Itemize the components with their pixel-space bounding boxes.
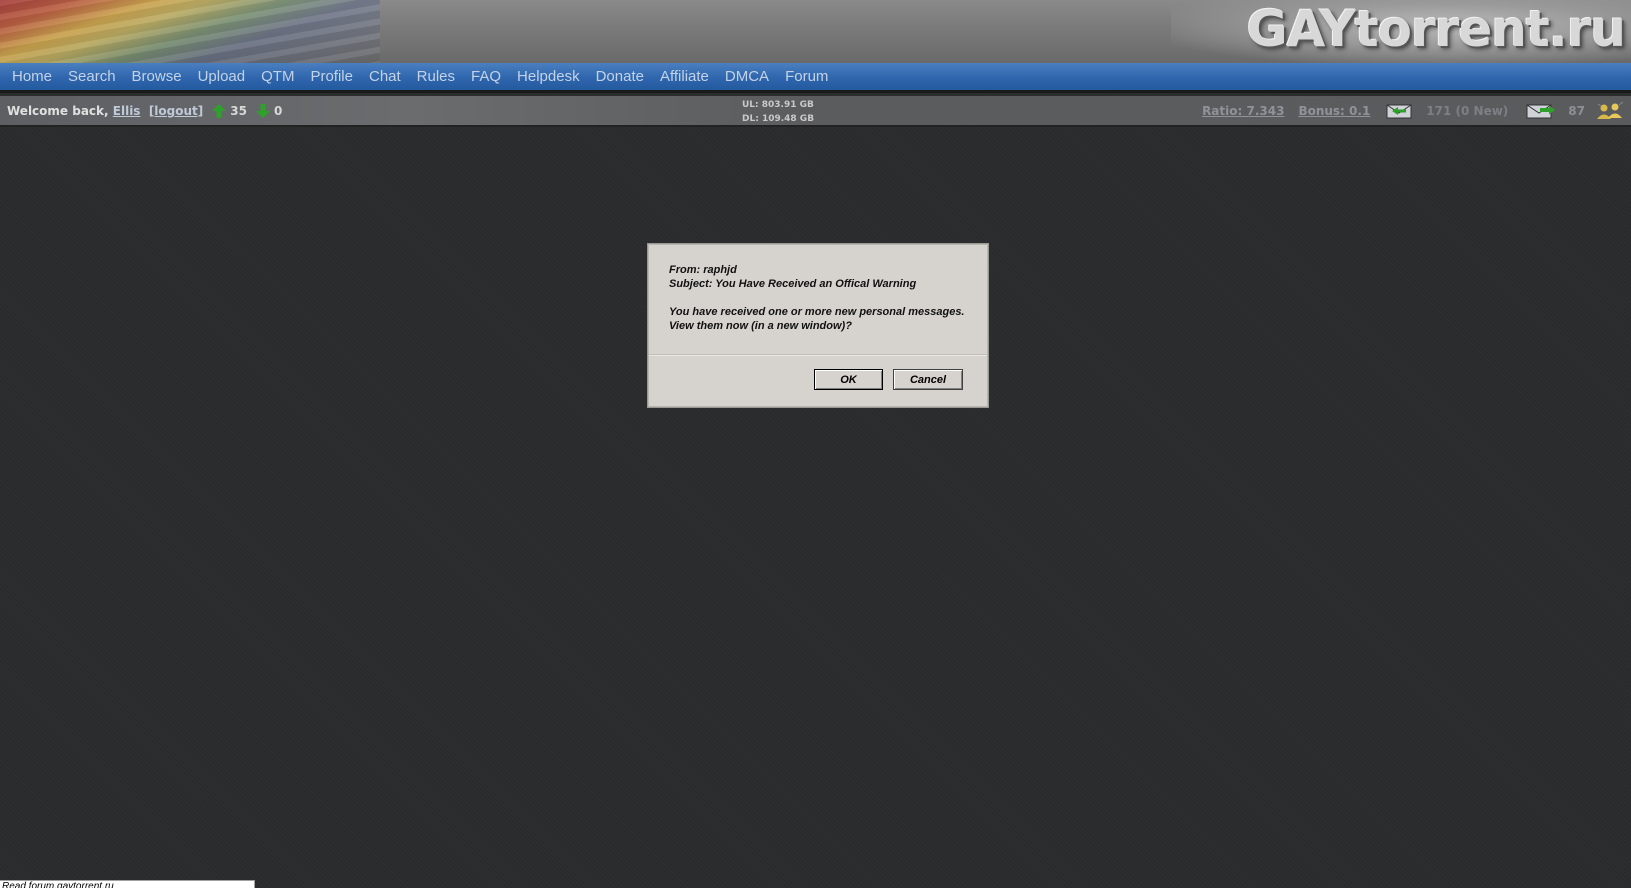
nav-item-chat[interactable]: Chat [369, 68, 401, 85]
welcome-area: Welcome back, Ellis [logout] 35 0 [7, 104, 282, 118]
welcome-text: Welcome back, [7, 104, 109, 118]
dialog-from: From: raphjd [669, 264, 737, 276]
nav-item-donate[interactable]: Donate [596, 68, 644, 85]
arrow-down-icon [255, 104, 270, 118]
nav-item-faq[interactable]: FAQ [471, 68, 501, 85]
account-stats: Ratio: 7.343 Bonus: 0.1 171 (0 New) 87 [1202, 101, 1625, 121]
nav-item-dmca[interactable]: DMCA [725, 68, 769, 85]
logout-link[interactable]: [logout] [149, 104, 203, 118]
users-icon[interactable] [1595, 101, 1625, 121]
dialog-message-line-2: View them now (in a new window)? [669, 320, 852, 332]
nav-item-upload[interactable]: Upload [198, 68, 246, 85]
bonus-link[interactable]: Bonus: 0.1 [1298, 104, 1370, 118]
outbox-count[interactable]: 87 [1568, 104, 1585, 118]
seeding-count: 35 [230, 104, 247, 118]
header-flag-art [0, 0, 380, 63]
nav-item-qtm[interactable]: QTM [261, 68, 294, 85]
arrow-up-icon [212, 104, 227, 118]
transfer-stats: UL: 803.91 GB DL: 109.48 GB [742, 98, 814, 126]
ok-button[interactable]: OK [814, 369, 883, 390]
browser-status-bar: Read forum.gaytorrent.ru [0, 880, 255, 888]
uploaded-amount: UL: 803.91 GB [742, 100, 814, 110]
dialog-message-line-1: You have received one or more new person… [669, 306, 965, 318]
user-status-bar: Welcome back, Ellis [logout] 35 0 UL: 80… [0, 96, 1631, 127]
dialog-message: From: raphjd Subject: You Have Received … [669, 263, 974, 333]
leeching-count: 0 [273, 104, 283, 118]
inbox-count[interactable]: 171 (0 New) [1426, 104, 1508, 118]
envelope-out-icon[interactable] [1526, 102, 1556, 120]
nav-item-profile[interactable]: Profile [310, 68, 353, 85]
main-nav: Home Search Browse Upload QTM Profile Ch… [0, 63, 1631, 93]
ratio-link[interactable]: Ratio: 7.343 [1202, 104, 1284, 118]
nav-item-forum[interactable]: Forum [785, 68, 828, 85]
nav-item-rules[interactable]: Rules [417, 68, 455, 85]
nav-item-home[interactable]: Home [12, 68, 52, 85]
username-link[interactable]: Ellis [113, 104, 141, 118]
nav-item-affiliate[interactable]: Affiliate [660, 68, 709, 85]
site-logo[interactable]: GAYtorrent.ru [1247, 0, 1626, 58]
dialog-divider [649, 354, 987, 356]
downloaded-amount: DL: 109.48 GB [742, 114, 815, 124]
new-message-dialog: From: raphjd Subject: You Have Received … [648, 244, 988, 407]
dialog-subject: Subject: You Have Received an Offical Wa… [669, 278, 917, 290]
envelope-in-icon[interactable] [1384, 102, 1414, 120]
nav-item-helpdesk[interactable]: Helpdesk [517, 68, 580, 85]
site-header: GAYtorrent.ru [0, 0, 1631, 66]
nav-item-search[interactable]: Search [68, 68, 116, 85]
cancel-button[interactable]: Cancel [893, 369, 963, 390]
nav-item-browse[interactable]: Browse [132, 68, 182, 85]
